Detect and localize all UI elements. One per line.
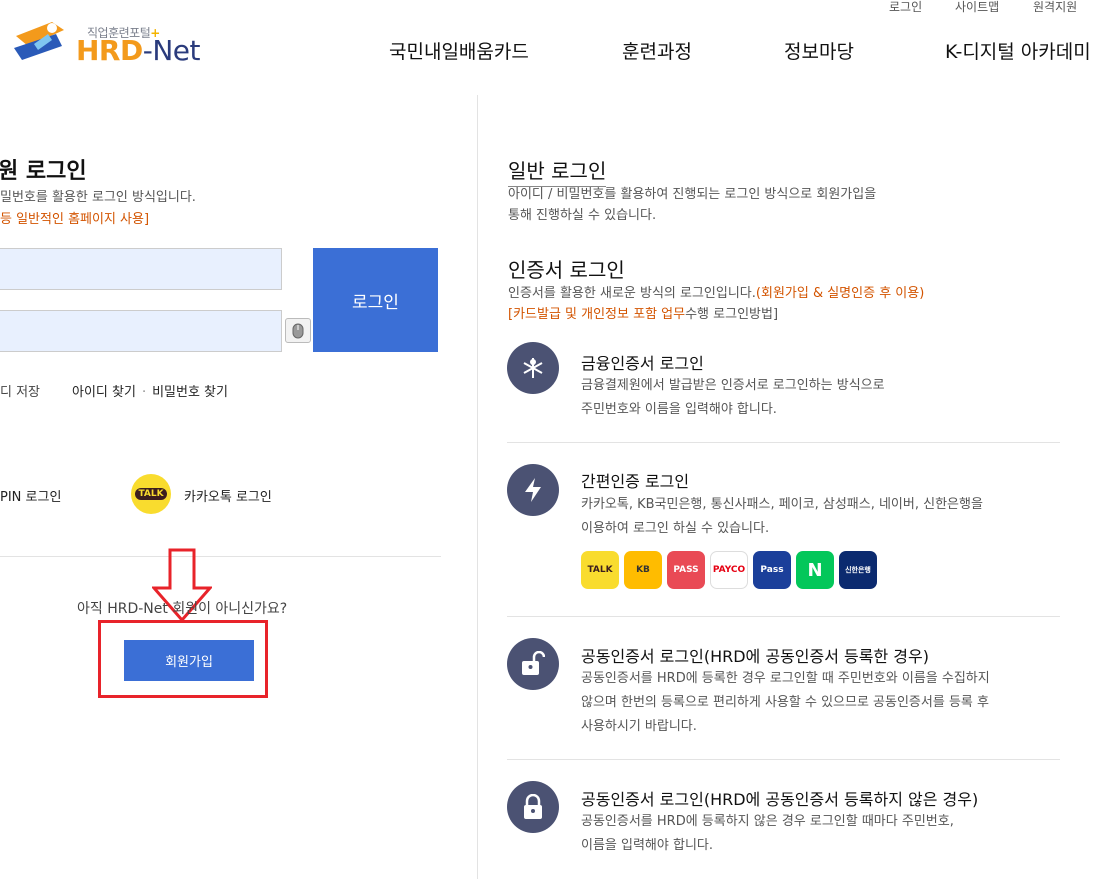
password-input[interactable] [0,310,282,352]
kakao-talk-icon[interactable]: TALK [131,474,171,514]
simple-auth-login-desc: 카카오톡, KB국민은행, 통신사패스, 페이코, 삼성패스, 네이버, 신한은… [581,497,983,536]
simple-auth-login-title[interactable]: 간편인증 로그인 [581,468,689,492]
general-login-desc: 아이디 / 비밀번호를 활용하여 진행되는 로그인 방식으로 회원가입을 통해 … [508,187,877,223]
financial-cert-login-desc: 금융결제원에서 발급받은 인증서로 로그인하는 방식으로 주민번호와 이름을 입력… [581,378,885,417]
cert-login-desc: 인증서를 활용한 새로운 방식의 로그인입니다.(회원가입 & 실명인증 후 이… [508,286,925,322]
find-id-link[interactable]: 아이디 찾기 [72,385,136,400]
joint-cert-unregistered-desc: 공동인증서를 HRD에 등록하지 않은 경우 로그인할 때마다 주민번호, 이름을… [581,814,954,853]
kb-app-icon[interactable]: KB [624,551,662,589]
pin-login-link[interactable]: PIN 로그인 [0,486,61,505]
find-links: 아이디 찾기 · 비밀번호 찾기 [72,385,228,400]
financial-cert-icon [507,342,559,394]
pass-app-icon[interactable]: PASS [667,551,705,589]
logo-mark-icon [14,22,64,60]
payco-app-icon[interactable]: PAYCO [710,551,748,589]
lock-icon [507,781,559,833]
virtual-keyboard-button[interactable] [285,318,311,343]
join-button[interactable]: 회원가입 [124,640,254,681]
gnb-info[interactable]: 정보마당 [784,37,854,64]
simple-auth-icon [507,464,559,516]
util-sitemap-link[interactable]: 사이트맵 [955,0,999,15]
item-divider [507,616,1060,617]
id-input[interactable] [0,248,282,290]
gnb-training-course[interactable]: 훈련과정 [622,37,692,64]
joint-cert-registered-title[interactable]: 공동인증서 로그인(HRD에 공동인증서 등록한 경우) [581,643,929,667]
kakao-login-link[interactable]: 카카오톡 로그인 [184,486,272,505]
unlock-icon [507,638,559,690]
site-logo[interactable]: 직업훈련포털+ HRD-Net [10,12,220,67]
util-login-link[interactable]: 로그인 [889,0,922,15]
item-divider [507,442,1060,443]
logo-title: HRD-Net [76,34,201,67]
cert-login-title: 인증서 로그인 [508,258,625,282]
mouse-icon [292,323,304,338]
gnb-naeil-card[interactable]: 국민내일배움카드 [389,37,529,64]
left-divider [0,556,441,557]
column-divider [477,95,478,879]
samsung-pass-app-icon[interactable]: Pass [753,551,791,589]
item-divider [507,759,1060,760]
shinhan-app-icon[interactable]: 신한은행 [839,551,877,589]
financial-cert-login-title[interactable]: 금융인증서 로그인 [581,350,704,374]
naver-app-icon[interactable]: N [796,551,834,589]
member-login-title: 원 로그인 [0,159,87,184]
joint-cert-registered-desc: 공동인증서를 HRD에 등록한 경우 로그인할 때 주민번호와 이름을 수집하지… [581,671,990,734]
find-password-link[interactable]: 비밀번호 찾기 [152,385,228,400]
login-button[interactable]: 로그인 [313,248,438,352]
kakao-app-icon[interactable]: TALK [581,551,619,589]
util-remote-support-link[interactable]: 원격지원 [1033,0,1077,15]
joint-cert-unregistered-title[interactable]: 공동인증서 로그인(HRD에 공동인증서 등록하지 않은 경우) [581,786,978,810]
gnb-k-digital[interactable]: K-디지털 아카데미 [945,37,1091,64]
member-login-desc: 밀번호를 활용한 로그인 방식입니다. [0,190,196,205]
not-member-text: 아직 HRD-Net 회원이 아니신가요? [77,601,288,617]
general-login-title: 일반 로그인 [508,155,607,187]
member-login-note: 등 일반적인 홈페이지 사용] [0,212,150,227]
save-id-checkbox-label[interactable]: 디 저장 [0,381,40,400]
simple-auth-apps: TALK KB PASS PAYCO Pass N 신한은행 [581,551,877,589]
